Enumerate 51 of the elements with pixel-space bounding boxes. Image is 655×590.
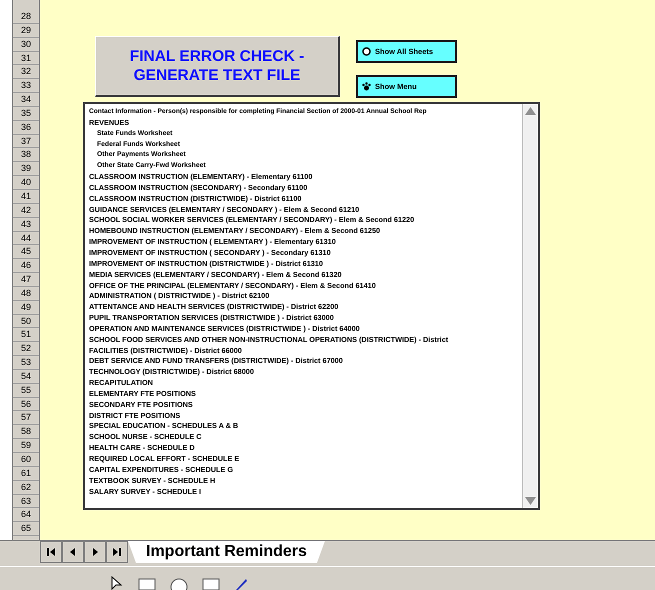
pen-icon[interactable] <box>234 578 248 590</box>
row-header[interactable]: 46 <box>13 259 39 274</box>
row-header[interactable]: 50 <box>13 314 39 328</box>
row-header[interactable]: 52 <box>13 342 39 356</box>
row-header[interactable]: 34 <box>13 93 39 107</box>
row-header[interactable]: 47 <box>13 273 39 287</box>
row-header[interactable]: 29 <box>13 24 39 38</box>
row-header[interactable]: 59 <box>13 439 39 453</box>
row-header[interactable]: 42 <box>13 204 39 218</box>
row-header[interactable]: 51 <box>13 328 39 342</box>
paw-icon <box>362 82 371 91</box>
row-header[interactable]: 63 <box>13 494 39 508</box>
row-header[interactable]: 39 <box>13 162 39 176</box>
row-header[interactable]: 57 <box>13 411 39 426</box>
row-header[interactable]: 65 <box>13 522 39 536</box>
row-header[interactable]: 33 <box>13 79 39 94</box>
row-header[interactable]: 45 <box>13 245 39 260</box>
row-header[interactable]: 41 <box>13 190 39 204</box>
row-header[interactable]: 38 <box>13 148 39 162</box>
last-sheet-button[interactable] <box>106 541 128 563</box>
row-header[interactable]: 61 <box>13 466 39 481</box>
row-header[interactable]: 53 <box>13 356 39 370</box>
row-header[interactable]: 62 <box>13 480 39 495</box>
row-header[interactable]: 58 <box>13 425 39 440</box>
row-header[interactable]: 31 <box>13 52 39 66</box>
last-icon <box>111 546 123 558</box>
generate-text-file-button[interactable]: FINAL ERROR CHECK - GENERATE TEXT FILE <box>95 36 340 97</box>
sheet-tab[interactable]: Important Reminders <box>128 541 325 563</box>
row-header[interactable]: 55 <box>13 384 39 398</box>
row-header[interactable]: 32 <box>13 65 39 80</box>
row-header[interactable]: 49 <box>13 300 39 315</box>
row-header[interactable]: 37 <box>13 134 39 148</box>
row-header[interactable]: 30 <box>13 38 39 52</box>
row-header[interactable]: 43 <box>13 218 39 232</box>
text-box-icon[interactable] <box>202 578 220 590</box>
circle-icon <box>362 47 371 56</box>
row-header[interactable]: 44 <box>13 232 39 246</box>
row-header[interactable]: 28 <box>13 10 39 24</box>
pointer-icon[interactable] <box>110 576 124 590</box>
row-header[interactable]: 36 <box>13 120 39 135</box>
row-header[interactable]: 54 <box>13 370 39 384</box>
row-header[interactable]: 60 <box>13 453 39 467</box>
first-sheet-button[interactable] <box>40 541 62 563</box>
first-icon <box>45 546 57 558</box>
row-header[interactable]: 35 <box>13 106 39 121</box>
next-sheet-button[interactable] <box>84 541 106 563</box>
previous-sheet-button[interactable] <box>62 541 84 563</box>
row-header[interactable]: 56 <box>13 398 39 412</box>
row-header[interactable]: 40 <box>13 176 39 190</box>
row-header[interactable]: 48 <box>13 286 39 301</box>
row-header[interactable]: 64 <box>13 508 39 522</box>
